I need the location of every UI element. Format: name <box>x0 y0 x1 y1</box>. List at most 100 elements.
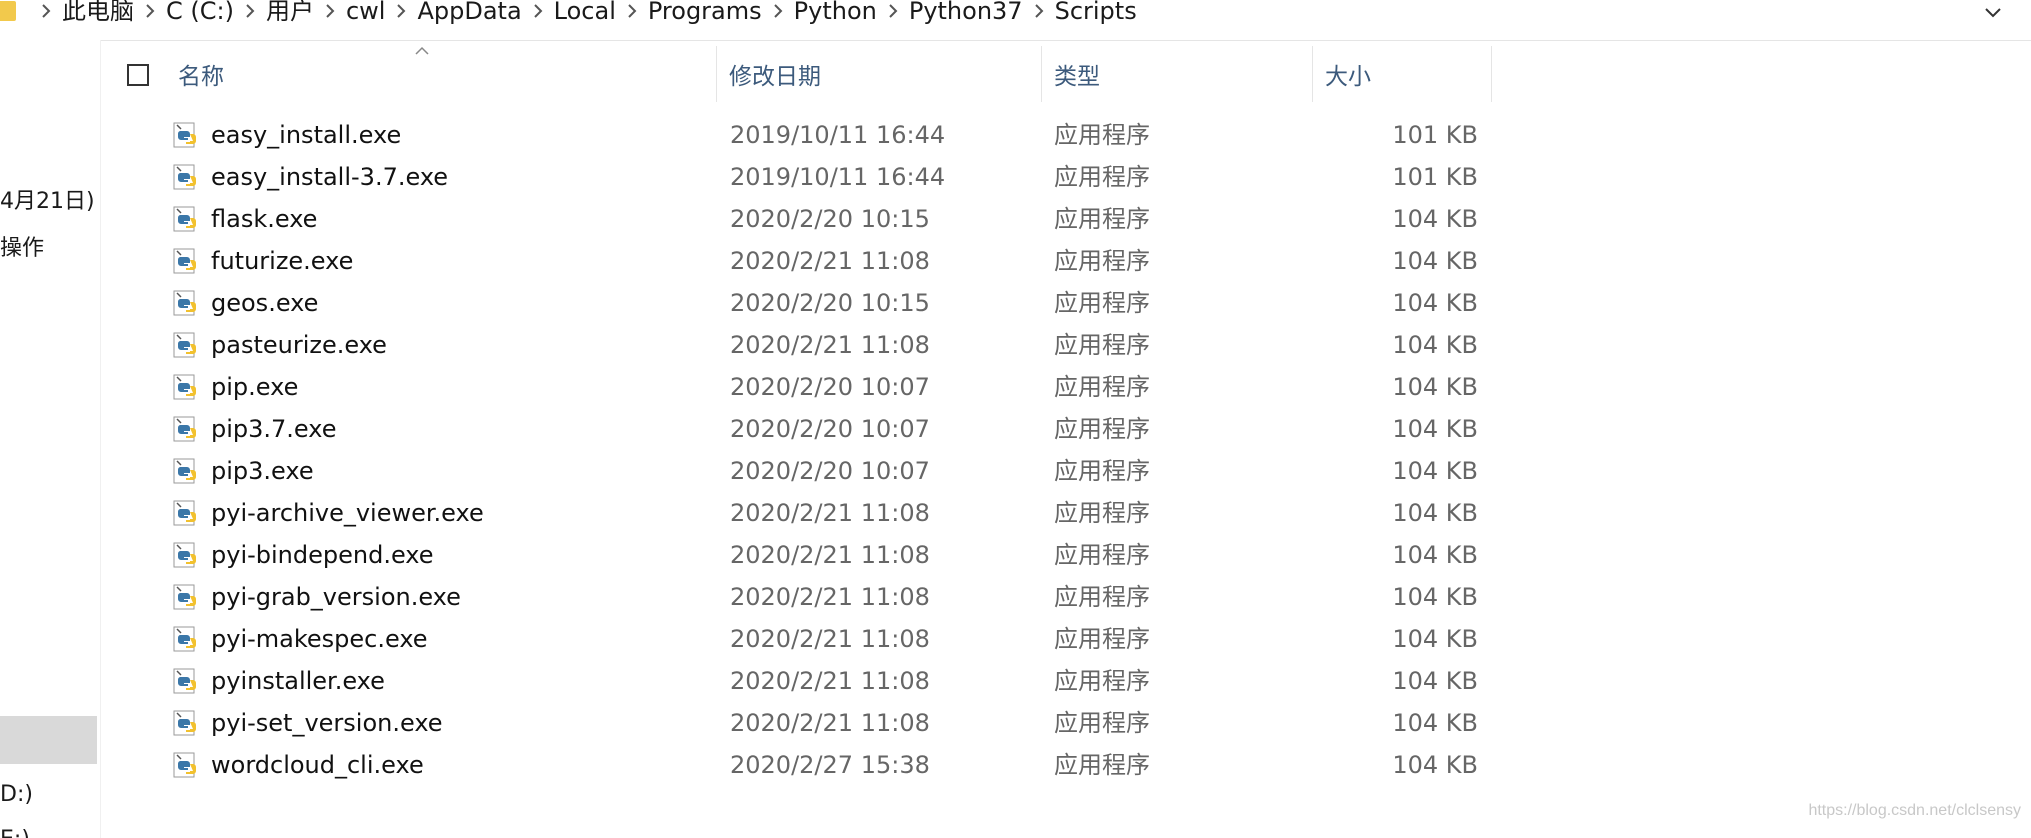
file-size: 104 KB <box>1392 331 1478 359</box>
chevron-right-icon[interactable] <box>244 0 256 26</box>
file-modified-date: 2020/2/20 10:07 <box>730 415 930 443</box>
file-row[interactable]: wordcloud_cli.exe 2020/2/27 15:38 应用程序 104 … <box>101 744 1491 786</box>
file-row[interactable]: pyi-archive_viewer.exe 2020/2/21 11:08 应用程… <box>101 492 1491 534</box>
file-modified-date: 2019/10/11 16:44 <box>730 121 946 149</box>
file-name: pyi-set_version.exe <box>211 709 443 737</box>
breadcrumb-item[interactable]: cwl <box>346 0 386 26</box>
file-size: 104 KB <box>1392 625 1478 653</box>
folder-icon <box>0 1 16 21</box>
python-exe-icon <box>171 289 199 317</box>
column-header-type[interactable]: 类型 <box>1042 46 1312 102</box>
file-type: 应用程序 <box>1054 205 1150 233</box>
file-row[interactable]: futurize.exe 2020/2/21 11:08 应用程序 104 KB <box>101 240 1491 282</box>
python-exe-icon <box>171 373 199 401</box>
address-bar[interactable]: 此电脑 C (C:) 用户 cwl AppData Local Programs Python… <box>0 0 2031 41</box>
python-exe-icon <box>171 709 199 737</box>
file-type: 应用程序 <box>1054 583 1150 611</box>
chevron-right-icon[interactable] <box>532 0 544 26</box>
file-row[interactable]: geos.exe 2020/2/20 10:15 应用程序 104 KB <box>101 282 1491 324</box>
file-modified-date: 2020/2/20 10:15 <box>730 289 930 317</box>
file-type: 应用程序 <box>1054 625 1150 653</box>
file-row[interactable]: pip.exe 2020/2/20 10:07 应用程序 104 KB <box>101 366 1491 408</box>
breadcrumb-item[interactable]: Scripts <box>1055 0 1137 26</box>
chevron-right-icon[interactable] <box>1033 0 1045 26</box>
file-row[interactable]: pip3.exe 2020/2/20 10:07 应用程序 104 KB <box>101 450 1491 492</box>
nav-item-operation[interactable]: 操作 <box>0 230 44 262</box>
nav-item-drive-e[interactable]: E:) <box>0 827 30 838</box>
file-name: wordcloud_cli.exe <box>211 751 424 779</box>
breadcrumb-item[interactable]: Programs <box>648 0 762 26</box>
file-name: pyi-grab_version.exe <box>211 583 461 611</box>
file-type: 应用程序 <box>1054 751 1150 779</box>
nav-item-date[interactable]: 4月21日) <box>0 183 95 215</box>
breadcrumb-item[interactable]: AppData <box>417 0 521 26</box>
select-all-checkbox[interactable] <box>127 64 149 86</box>
chevron-right-icon[interactable] <box>772 0 784 26</box>
chevron-down-icon[interactable] <box>1983 2 2003 22</box>
file-row[interactable]: pyi-bindepend.exe 2020/2/21 11:08 应用程序 104 … <box>101 534 1491 576</box>
file-name: pip.exe <box>211 373 299 401</box>
file-name: geos.exe <box>211 289 319 317</box>
file-row[interactable]: pyinstaller.exe 2020/2/21 11:08 应用程序 104 KB <box>101 660 1491 702</box>
python-exe-icon <box>171 667 199 695</box>
file-name: pip3.exe <box>211 457 314 485</box>
file-name: pyi-bindepend.exe <box>211 541 434 569</box>
file-modified-date: 2020/2/20 10:07 <box>730 373 930 401</box>
file-name: pasteurize.exe <box>211 331 387 359</box>
file-size: 104 KB <box>1392 289 1478 317</box>
file-type: 应用程序 <box>1054 247 1150 275</box>
breadcrumb: 此电脑 C (C:) 用户 cwl AppData Local Programs Python… <box>0 0 1137 26</box>
breadcrumb-item[interactable]: Python37 <box>909 0 1023 26</box>
file-type: 应用程序 <box>1054 499 1150 527</box>
chevron-right-icon[interactable] <box>395 0 407 26</box>
file-modified-date: 2020/2/21 11:08 <box>730 331 930 359</box>
chevron-right-icon[interactable] <box>626 0 638 26</box>
breadcrumb-item[interactable]: Local <box>554 0 616 26</box>
file-row[interactable]: easy_install.exe 2019/10/11 16:44 应用程序 101 … <box>101 114 1491 156</box>
file-row[interactable]: pyi-makespec.exe 2020/2/21 11:08 应用程序 104 K… <box>101 618 1491 660</box>
column-header-size-label: 大小 <box>1325 64 1371 90</box>
breadcrumb-item[interactable]: 此电脑 <box>62 0 134 26</box>
file-modified-date: 2020/2/21 11:08 <box>730 247 930 275</box>
file-type: 应用程序 <box>1054 709 1150 737</box>
column-header-type-label: 类型 <box>1054 64 1100 90</box>
file-modified-date: 2020/2/20 10:07 <box>730 457 930 485</box>
file-modified-date: 2020/2/21 11:08 <box>730 583 930 611</box>
nav-item-selected[interactable] <box>0 716 97 764</box>
file-name: easy_install.exe <box>211 121 402 149</box>
file-row[interactable]: pasteurize.exe 2020/2/21 11:08 应用程序 104 KB <box>101 324 1491 366</box>
python-exe-icon <box>171 205 199 233</box>
column-header-date-label: 修改日期 <box>729 64 821 90</box>
file-size: 104 KB <box>1392 373 1478 401</box>
file-type: 应用程序 <box>1054 121 1150 149</box>
chevron-right-icon[interactable] <box>40 0 52 26</box>
python-exe-icon <box>171 415 199 443</box>
breadcrumb-item[interactable]: 用户 <box>266 0 314 26</box>
file-name: flask.exe <box>211 205 318 233</box>
chevron-right-icon[interactable] <box>887 0 899 26</box>
file-row[interactable]: pyi-set_version.exe 2020/2/21 11:08 应用程序 10… <box>101 702 1491 744</box>
file-name: pyinstaller.exe <box>211 667 385 695</box>
chevron-right-icon[interactable] <box>144 0 156 26</box>
column-header-size[interactable]: 大小 <box>1313 46 1491 102</box>
file-name: easy_install-3.7.exe <box>211 163 449 191</box>
breadcrumb-item[interactable]: Python <box>794 0 877 26</box>
chevron-right-icon[interactable] <box>324 0 336 26</box>
nav-item-drive-d[interactable]: D:) <box>0 782 33 807</box>
file-modified-date: 2020/2/21 11:08 <box>730 667 930 695</box>
breadcrumb-item[interactable]: C (C:) <box>166 0 234 26</box>
file-modified-date: 2020/2/21 11:08 <box>730 541 930 569</box>
file-size: 104 KB <box>1392 667 1478 695</box>
file-modified-date: 2020/2/21 11:08 <box>730 625 930 653</box>
file-row[interactable]: pip3.7.exe 2020/2/20 10:07 应用程序 104 KB <box>101 408 1491 450</box>
column-divider[interactable] <box>1491 46 1492 102</box>
column-header-date[interactable]: 修改日期 <box>717 46 1041 102</box>
python-exe-icon <box>171 163 199 191</box>
file-name: pyi-archive_viewer.exe <box>211 499 484 527</box>
file-row[interactable]: easy_install-3.7.exe 2019/10/11 16:44 应用程序… <box>101 156 1491 198</box>
file-type: 应用程序 <box>1054 373 1150 401</box>
column-header-name[interactable]: 名称 <box>166 46 716 102</box>
file-row[interactable]: pyi-grab_version.exe 2020/2/21 11:08 应用程序 1… <box>101 576 1491 618</box>
python-exe-icon <box>171 751 199 779</box>
file-row[interactable]: flask.exe 2020/2/20 10:15 应用程序 104 KB <box>101 198 1491 240</box>
